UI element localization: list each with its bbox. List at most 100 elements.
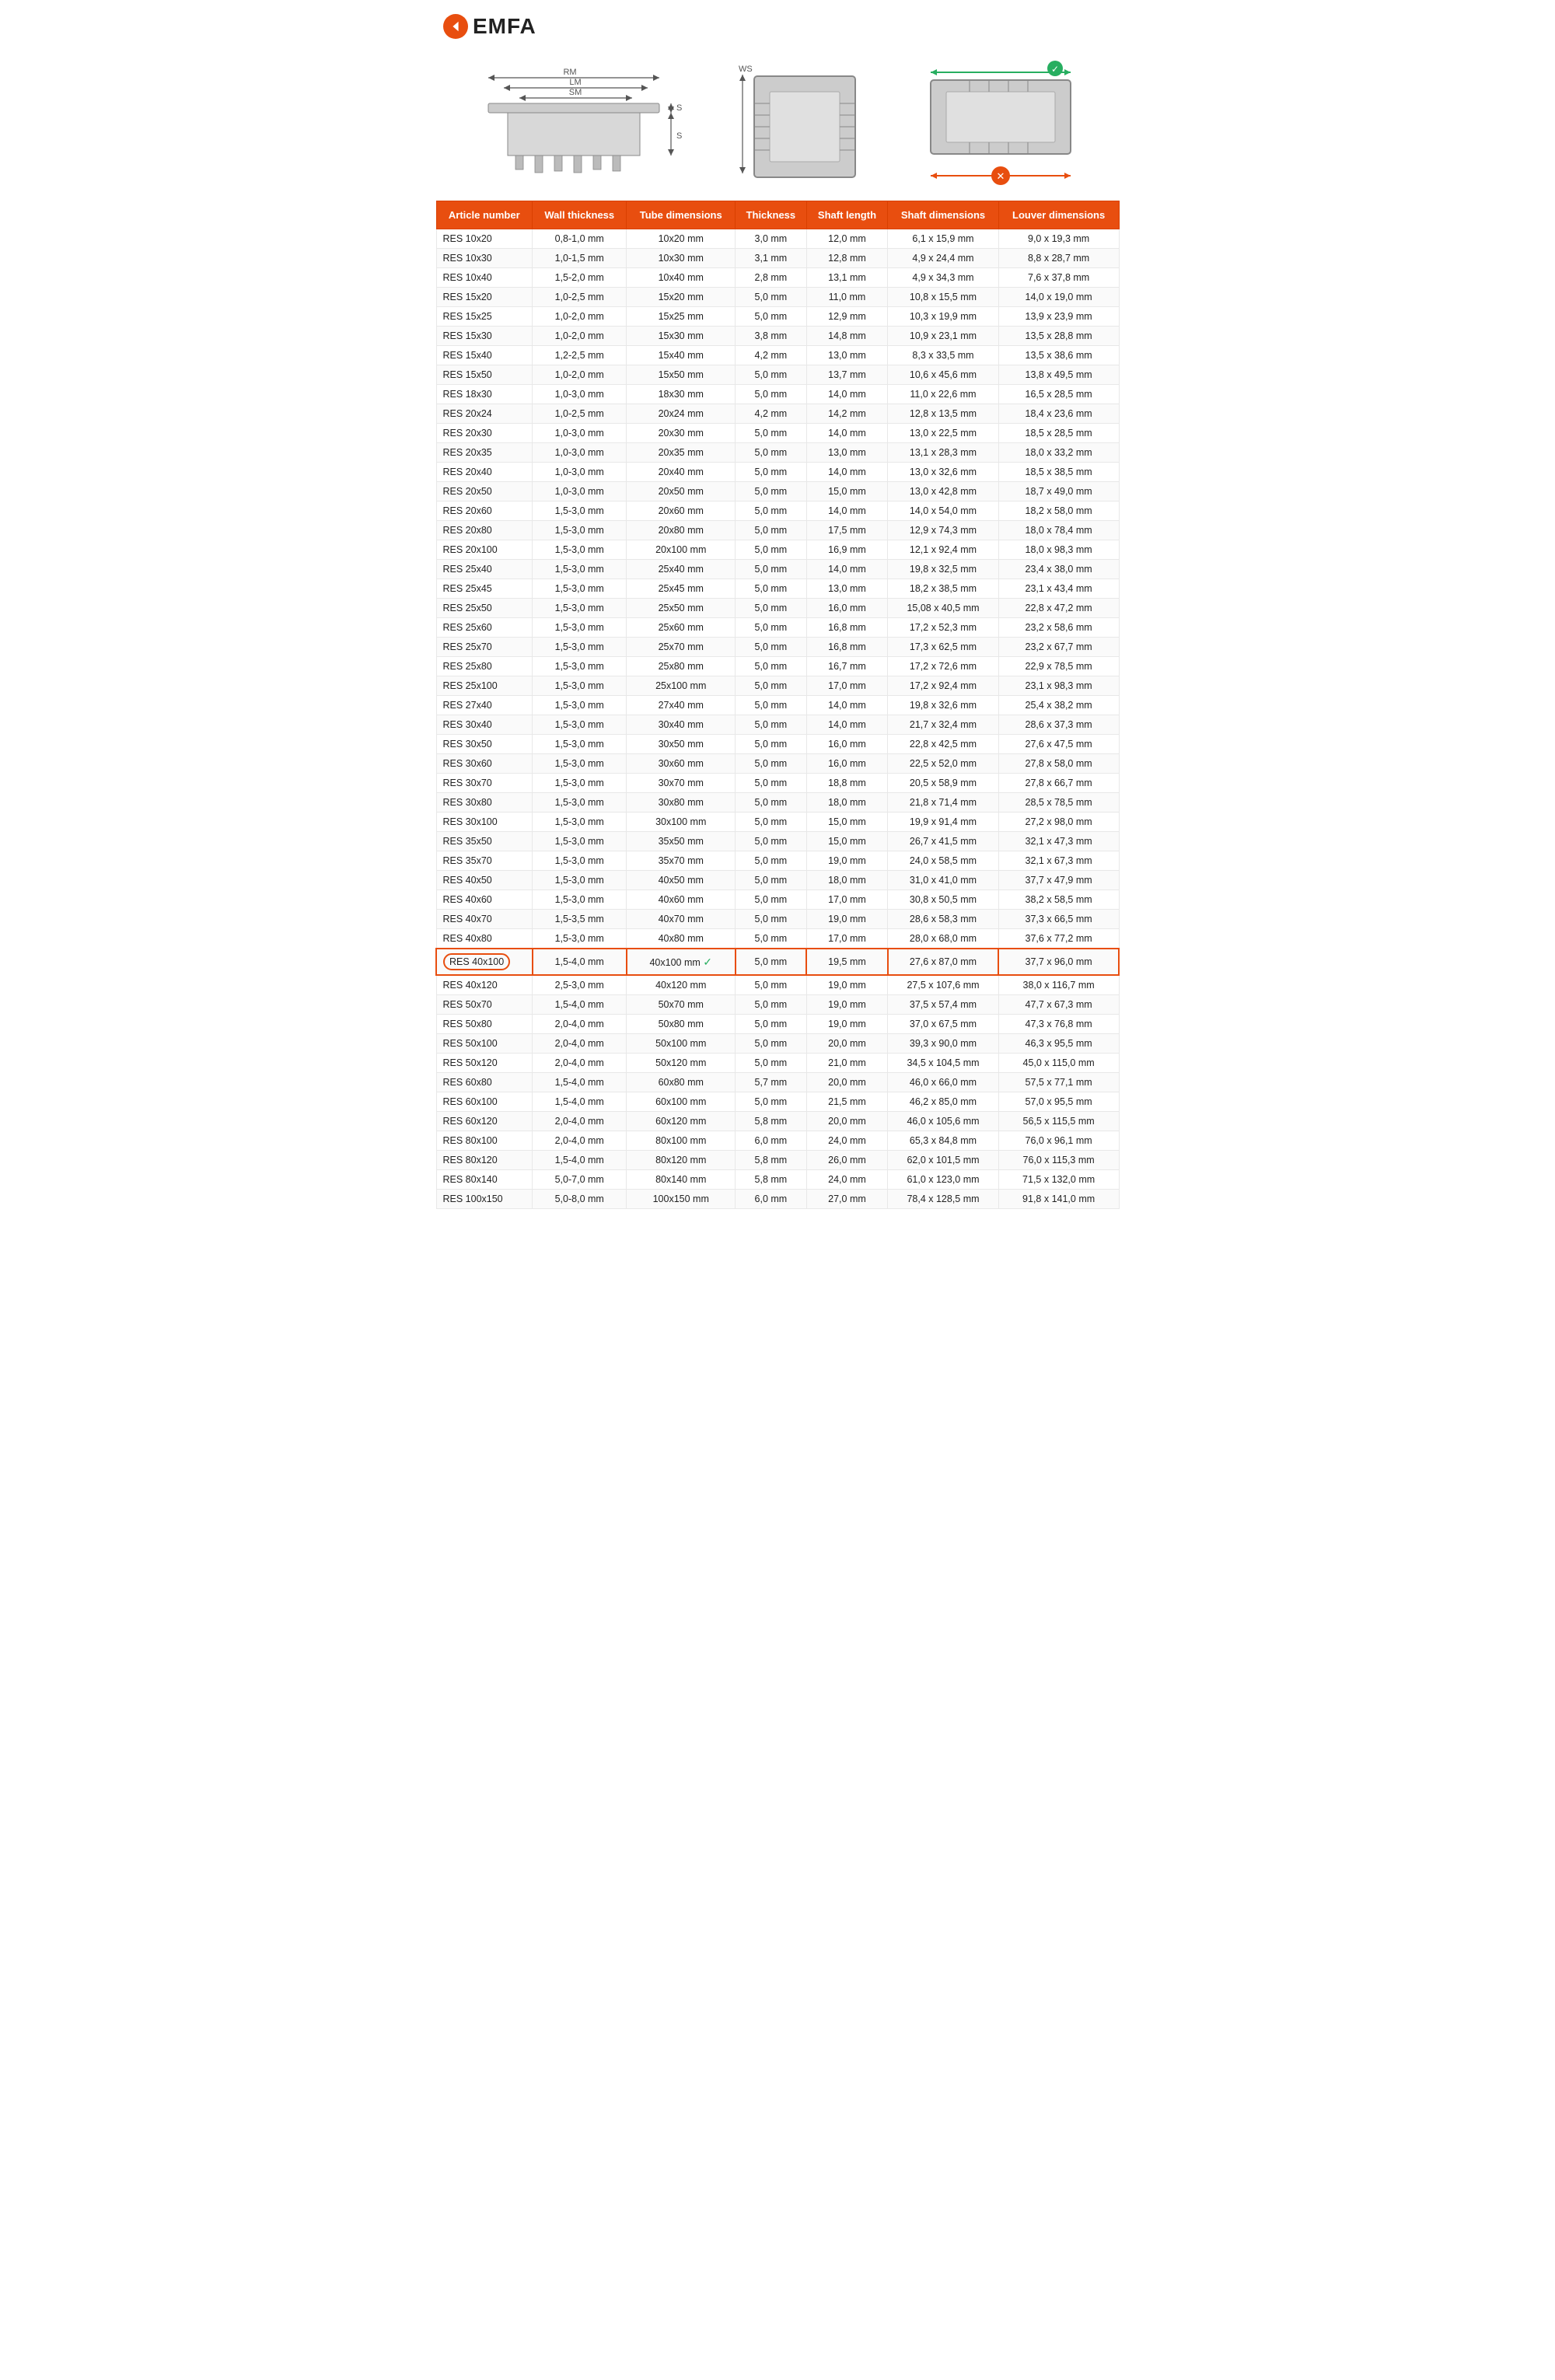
- table-cell: 5,0 mm: [736, 1092, 807, 1112]
- table-cell: 40x50 mm: [627, 871, 736, 890]
- table-cell: 26,7 x 41,5 mm: [888, 832, 998, 851]
- table-cell: 15x40 mm: [627, 346, 736, 365]
- table-cell: 31,0 x 41,0 mm: [888, 871, 998, 890]
- col-header-thickness: Thickness: [736, 201, 807, 229]
- table-row: RES 20x241,0-2,5 mm20x24 mm4,2 mm14,2 mm…: [436, 404, 1119, 424]
- table-cell: 10,8 x 15,5 mm: [888, 288, 998, 307]
- table-cell: 40x80 mm: [627, 929, 736, 949]
- col-header-wall: Wall thickness: [533, 201, 627, 229]
- table-cell: 13,0 x 22,5 mm: [888, 424, 998, 443]
- table-cell: 5,0 mm: [736, 638, 807, 657]
- table-cell: 1,5-3,0 mm: [533, 676, 627, 696]
- table-cell: RES 15x30: [436, 327, 533, 346]
- table-cell: 3,8 mm: [736, 327, 807, 346]
- table-cell: 17,2 x 92,4 mm: [888, 676, 998, 696]
- table-row: RES 40x501,5-3,0 mm40x50 mm5,0 mm18,0 mm…: [436, 871, 1119, 890]
- table-cell: 6,1 x 15,9 mm: [888, 229, 998, 249]
- table-cell: 5,0 mm: [736, 735, 807, 754]
- table-cell: 71,5 x 132,0 mm: [998, 1170, 1119, 1190]
- table-cell: 15x30 mm: [627, 327, 736, 346]
- table-cell: 5,0 mm: [736, 813, 807, 832]
- table-row: RES 35x701,5-3,0 mm35x70 mm5,0 mm19,0 mm…: [436, 851, 1119, 871]
- table-cell: 80x140 mm: [627, 1170, 736, 1190]
- table-cell: 17,0 mm: [806, 929, 888, 949]
- table-cell: 13,5 x 28,8 mm: [998, 327, 1119, 346]
- table-cell: 22,8 x 42,5 mm: [888, 735, 998, 754]
- table-cell: 38,2 x 58,5 mm: [998, 890, 1119, 910]
- table-cell: 1,5-3,0 mm: [533, 793, 627, 813]
- table-cell: RES 25x100: [436, 676, 533, 696]
- table-row: RES 60x801,5-4,0 mm60x80 mm5,7 mm20,0 mm…: [436, 1073, 1119, 1092]
- diagram-right: ✓ ✕: [911, 61, 1090, 185]
- table-cell: 14,8 mm: [806, 327, 888, 346]
- table-cell: RES 50x100: [436, 1034, 533, 1054]
- table-cell: RES 20x80: [436, 521, 533, 540]
- table-cell: 40x70 mm: [627, 910, 736, 929]
- table-cell: 65,3 x 84,8 mm: [888, 1131, 998, 1151]
- table-cell: 1,5-4,0 mm: [533, 995, 627, 1015]
- table-cell: 10,9 x 23,1 mm: [888, 327, 998, 346]
- table-cell: RES 50x70: [436, 995, 533, 1015]
- table-cell: 20x24 mm: [627, 404, 736, 424]
- table-cell: 25x60 mm: [627, 618, 736, 638]
- table-cell: RES 80x140: [436, 1170, 533, 1190]
- table-row: RES 30x401,5-3,0 mm30x40 mm5,0 mm14,0 mm…: [436, 715, 1119, 735]
- table-cell: 9,0 x 19,3 mm: [998, 229, 1119, 249]
- table-row: RES 80x1405,0-7,0 mm80x140 mm5,8 mm24,0 …: [436, 1170, 1119, 1190]
- table-cell: 80x100 mm: [627, 1131, 736, 1151]
- table-cell: 5,0 mm: [736, 995, 807, 1015]
- table-cell: 1,0-3,0 mm: [533, 385, 627, 404]
- table-cell: 15,0 mm: [806, 813, 888, 832]
- table-cell: 5,0 mm: [736, 288, 807, 307]
- table-cell: 15x50 mm: [627, 365, 736, 385]
- table-cell: 6,0 mm: [736, 1131, 807, 1151]
- table-cell: RES 10x40: [436, 268, 533, 288]
- table-cell: RES 60x120: [436, 1112, 533, 1131]
- table-row: RES 30x701,5-3,0 mm30x70 mm5,0 mm18,8 mm…: [436, 774, 1119, 793]
- table-row: RES 40x801,5-3,0 mm40x80 mm5,0 mm17,0 mm…: [436, 929, 1119, 949]
- table-row: RES 40x601,5-3,0 mm40x60 mm5,0 mm17,0 mm…: [436, 890, 1119, 910]
- table-header-row: Article number Wall thickness Tube dimen…: [436, 201, 1119, 229]
- table-row: RES 10x401,5-2,0 mm10x40 mm2,8 mm13,1 mm…: [436, 268, 1119, 288]
- table-cell: 14,0 x 19,0 mm: [998, 288, 1119, 307]
- table-cell: 1,5-3,0 mm: [533, 735, 627, 754]
- table-cell: 4,2 mm: [736, 404, 807, 424]
- table-cell: 18,2 x 38,5 mm: [888, 579, 998, 599]
- table-row: RES 15x201,0-2,5 mm15x20 mm5,0 mm11,0 mm…: [436, 288, 1119, 307]
- table-cell: RES 40x120: [436, 975, 533, 995]
- table-cell: 1,5-3,5 mm: [533, 910, 627, 929]
- table-cell: 5,8 mm: [736, 1151, 807, 1170]
- table-cell: 7,6 x 37,8 mm: [998, 268, 1119, 288]
- table-cell: 37,0 x 67,5 mm: [888, 1015, 998, 1034]
- table-cell: 30x60 mm: [627, 754, 736, 774]
- table-cell: 46,0 x 105,6 mm: [888, 1112, 998, 1131]
- table-cell: 17,5 mm: [806, 521, 888, 540]
- table-cell: 5,0 mm: [736, 657, 807, 676]
- table-cell: 1,5-3,0 mm: [533, 715, 627, 735]
- table-cell: RES 25x45: [436, 579, 533, 599]
- table-cell: 2,0-4,0 mm: [533, 1034, 627, 1054]
- table-cell: 23,1 x 43,4 mm: [998, 579, 1119, 599]
- table-cell: 76,0 x 96,1 mm: [998, 1131, 1119, 1151]
- table-row: RES 50x1202,0-4,0 mm50x120 mm5,0 mm21,0 …: [436, 1054, 1119, 1073]
- table-row: RES 50x701,5-4,0 mm50x70 mm5,0 mm19,0 mm…: [436, 995, 1119, 1015]
- table-cell: 1,0-2,0 mm: [533, 327, 627, 346]
- table-cell: 14,0 mm: [806, 696, 888, 715]
- svg-text:RM: RM: [564, 68, 577, 77]
- table-cell: 15,0 mm: [806, 482, 888, 502]
- table-cell: 57,0 x 95,5 mm: [998, 1092, 1119, 1112]
- table-row: RES 18x301,0-3,0 mm18x30 mm5,0 mm14,0 mm…: [436, 385, 1119, 404]
- table-cell: 20x30 mm: [627, 424, 736, 443]
- table-cell: 5,0-8,0 mm: [533, 1190, 627, 1209]
- table-cell: 19,8 x 32,6 mm: [888, 696, 998, 715]
- table-cell: 2,0-4,0 mm: [533, 1131, 627, 1151]
- table-cell: RES 40x80: [436, 929, 533, 949]
- table-cell: 15,0 mm: [806, 832, 888, 851]
- table-cell: RES 60x100: [436, 1092, 533, 1112]
- table-cell: RES 20x60: [436, 502, 533, 521]
- table-cell: 17,2 x 52,3 mm: [888, 618, 998, 638]
- table-row: RES 25x601,5-3,0 mm25x60 mm5,0 mm16,8 mm…: [436, 618, 1119, 638]
- table-cell: 5,0 mm: [736, 929, 807, 949]
- table-cell: 5,0-7,0 mm: [533, 1170, 627, 1190]
- table-cell: RES 18x30: [436, 385, 533, 404]
